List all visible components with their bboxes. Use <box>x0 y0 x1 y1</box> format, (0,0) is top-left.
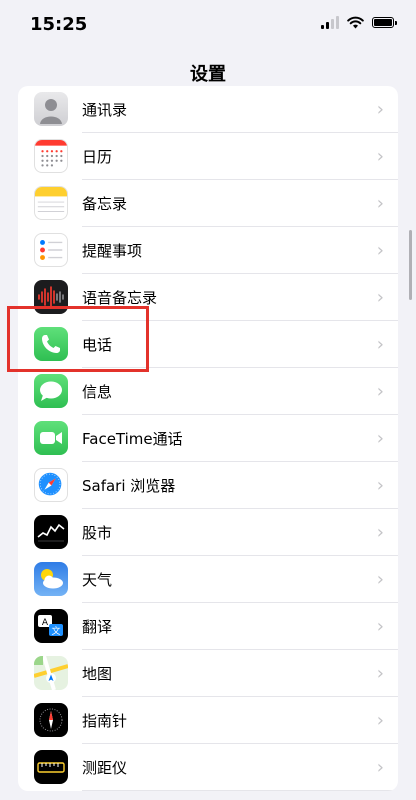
settings-row-weather[interactable]: 天气 › <box>18 556 398 603</box>
page-title: 设置 <box>190 64 226 85</box>
chevron-right-icon: › <box>376 240 384 261</box>
settings-row-label: 股市 <box>82 524 113 542</box>
settings-row-facetime[interactable]: FaceTime通话 › <box>18 415 398 462</box>
settings-row-stocks[interactable]: 股市 › <box>18 509 398 556</box>
highlight-box <box>7 306 149 372</box>
translate-icon: A 文 <box>34 609 68 643</box>
settings-row-label: 测距仪 <box>82 759 128 777</box>
settings-row-label: 天气 <box>82 571 113 589</box>
chevron-right-icon: › <box>376 616 384 637</box>
settings-row-label: 指南针 <box>82 712 128 730</box>
settings-row-translate[interactable]: A 文 翻译 › <box>18 603 398 650</box>
chevron-right-icon: › <box>376 99 384 120</box>
chevron-right-icon: › <box>376 193 384 214</box>
settings-row-label: 地图 <box>82 665 113 683</box>
chevron-right-icon: › <box>376 757 384 778</box>
notes-icon <box>34 186 68 220</box>
chevron-right-icon: › <box>376 287 384 308</box>
settings-row-label: 通讯录 <box>82 101 128 119</box>
settings-list: 通讯录 › 日历 › 备忘录 › 提醒事项 › 语音备忘录 › 电话 › 信息 … <box>18 86 398 791</box>
chevron-right-icon: › <box>376 475 384 496</box>
reminders-icon <box>34 233 68 267</box>
settings-row-label: 日历 <box>82 148 113 166</box>
chevron-right-icon: › <box>376 663 384 684</box>
status-bar: 15:25 <box>0 0 416 50</box>
wifi-icon <box>347 16 364 29</box>
compass-icon <box>34 703 68 737</box>
settings-row-label: 翻译 <box>82 618 113 636</box>
battery-icon <box>372 17 397 28</box>
chevron-right-icon: › <box>376 381 384 402</box>
settings-row-messages[interactable]: 信息 › <box>18 368 398 415</box>
settings-row-calendar[interactable]: 日历 › <box>18 133 398 180</box>
status-icons <box>321 16 397 29</box>
chevron-right-icon: › <box>376 334 384 355</box>
chevron-right-icon: › <box>376 146 384 167</box>
maps-icon <box>34 656 68 690</box>
settings-row-label: 备忘录 <box>82 195 128 213</box>
settings-row-notes[interactable]: 备忘录 › <box>18 180 398 227</box>
svg-text:文: 文 <box>51 625 60 637</box>
svg-text:A: A <box>42 618 49 628</box>
chevron-right-icon: › <box>376 569 384 590</box>
settings-row-label: 语音备忘录 <box>82 289 158 307</box>
safari-icon <box>34 468 68 502</box>
settings-row-label: Safari 浏览器 <box>82 477 176 495</box>
calendar-icon <box>34 139 68 173</box>
settings-row-safari[interactable]: Safari 浏览器 › <box>18 462 398 509</box>
settings-row-reminders[interactable]: 提醒事项 › <box>18 227 398 274</box>
settings-row-maps[interactable]: 地图 › <box>18 650 398 697</box>
messages-icon <box>34 374 68 408</box>
cellular-signal-icon <box>321 16 339 29</box>
contacts-icon <box>34 92 68 126</box>
chevron-right-icon: › <box>376 522 384 543</box>
weather-icon <box>34 562 68 596</box>
settings-row-compass[interactable]: 指南针 › <box>18 697 398 744</box>
settings-row-label: FaceTime通话 <box>82 430 183 448</box>
settings-row-label: 信息 <box>82 383 113 401</box>
facetime-icon <box>34 421 68 455</box>
settings-row-label: 提醒事项 <box>82 242 143 260</box>
chevron-right-icon: › <box>376 710 384 731</box>
measure-icon <box>34 750 68 784</box>
settings-row-contacts[interactable]: 通讯录 › <box>18 86 398 133</box>
row-divider <box>82 790 398 791</box>
chevron-right-icon: › <box>376 428 384 449</box>
status-time: 15:25 <box>30 14 88 35</box>
settings-row-measure[interactable]: 测距仪 › <box>18 744 398 791</box>
scrollbar[interactable] <box>409 230 412 300</box>
stocks-icon <box>34 515 68 549</box>
